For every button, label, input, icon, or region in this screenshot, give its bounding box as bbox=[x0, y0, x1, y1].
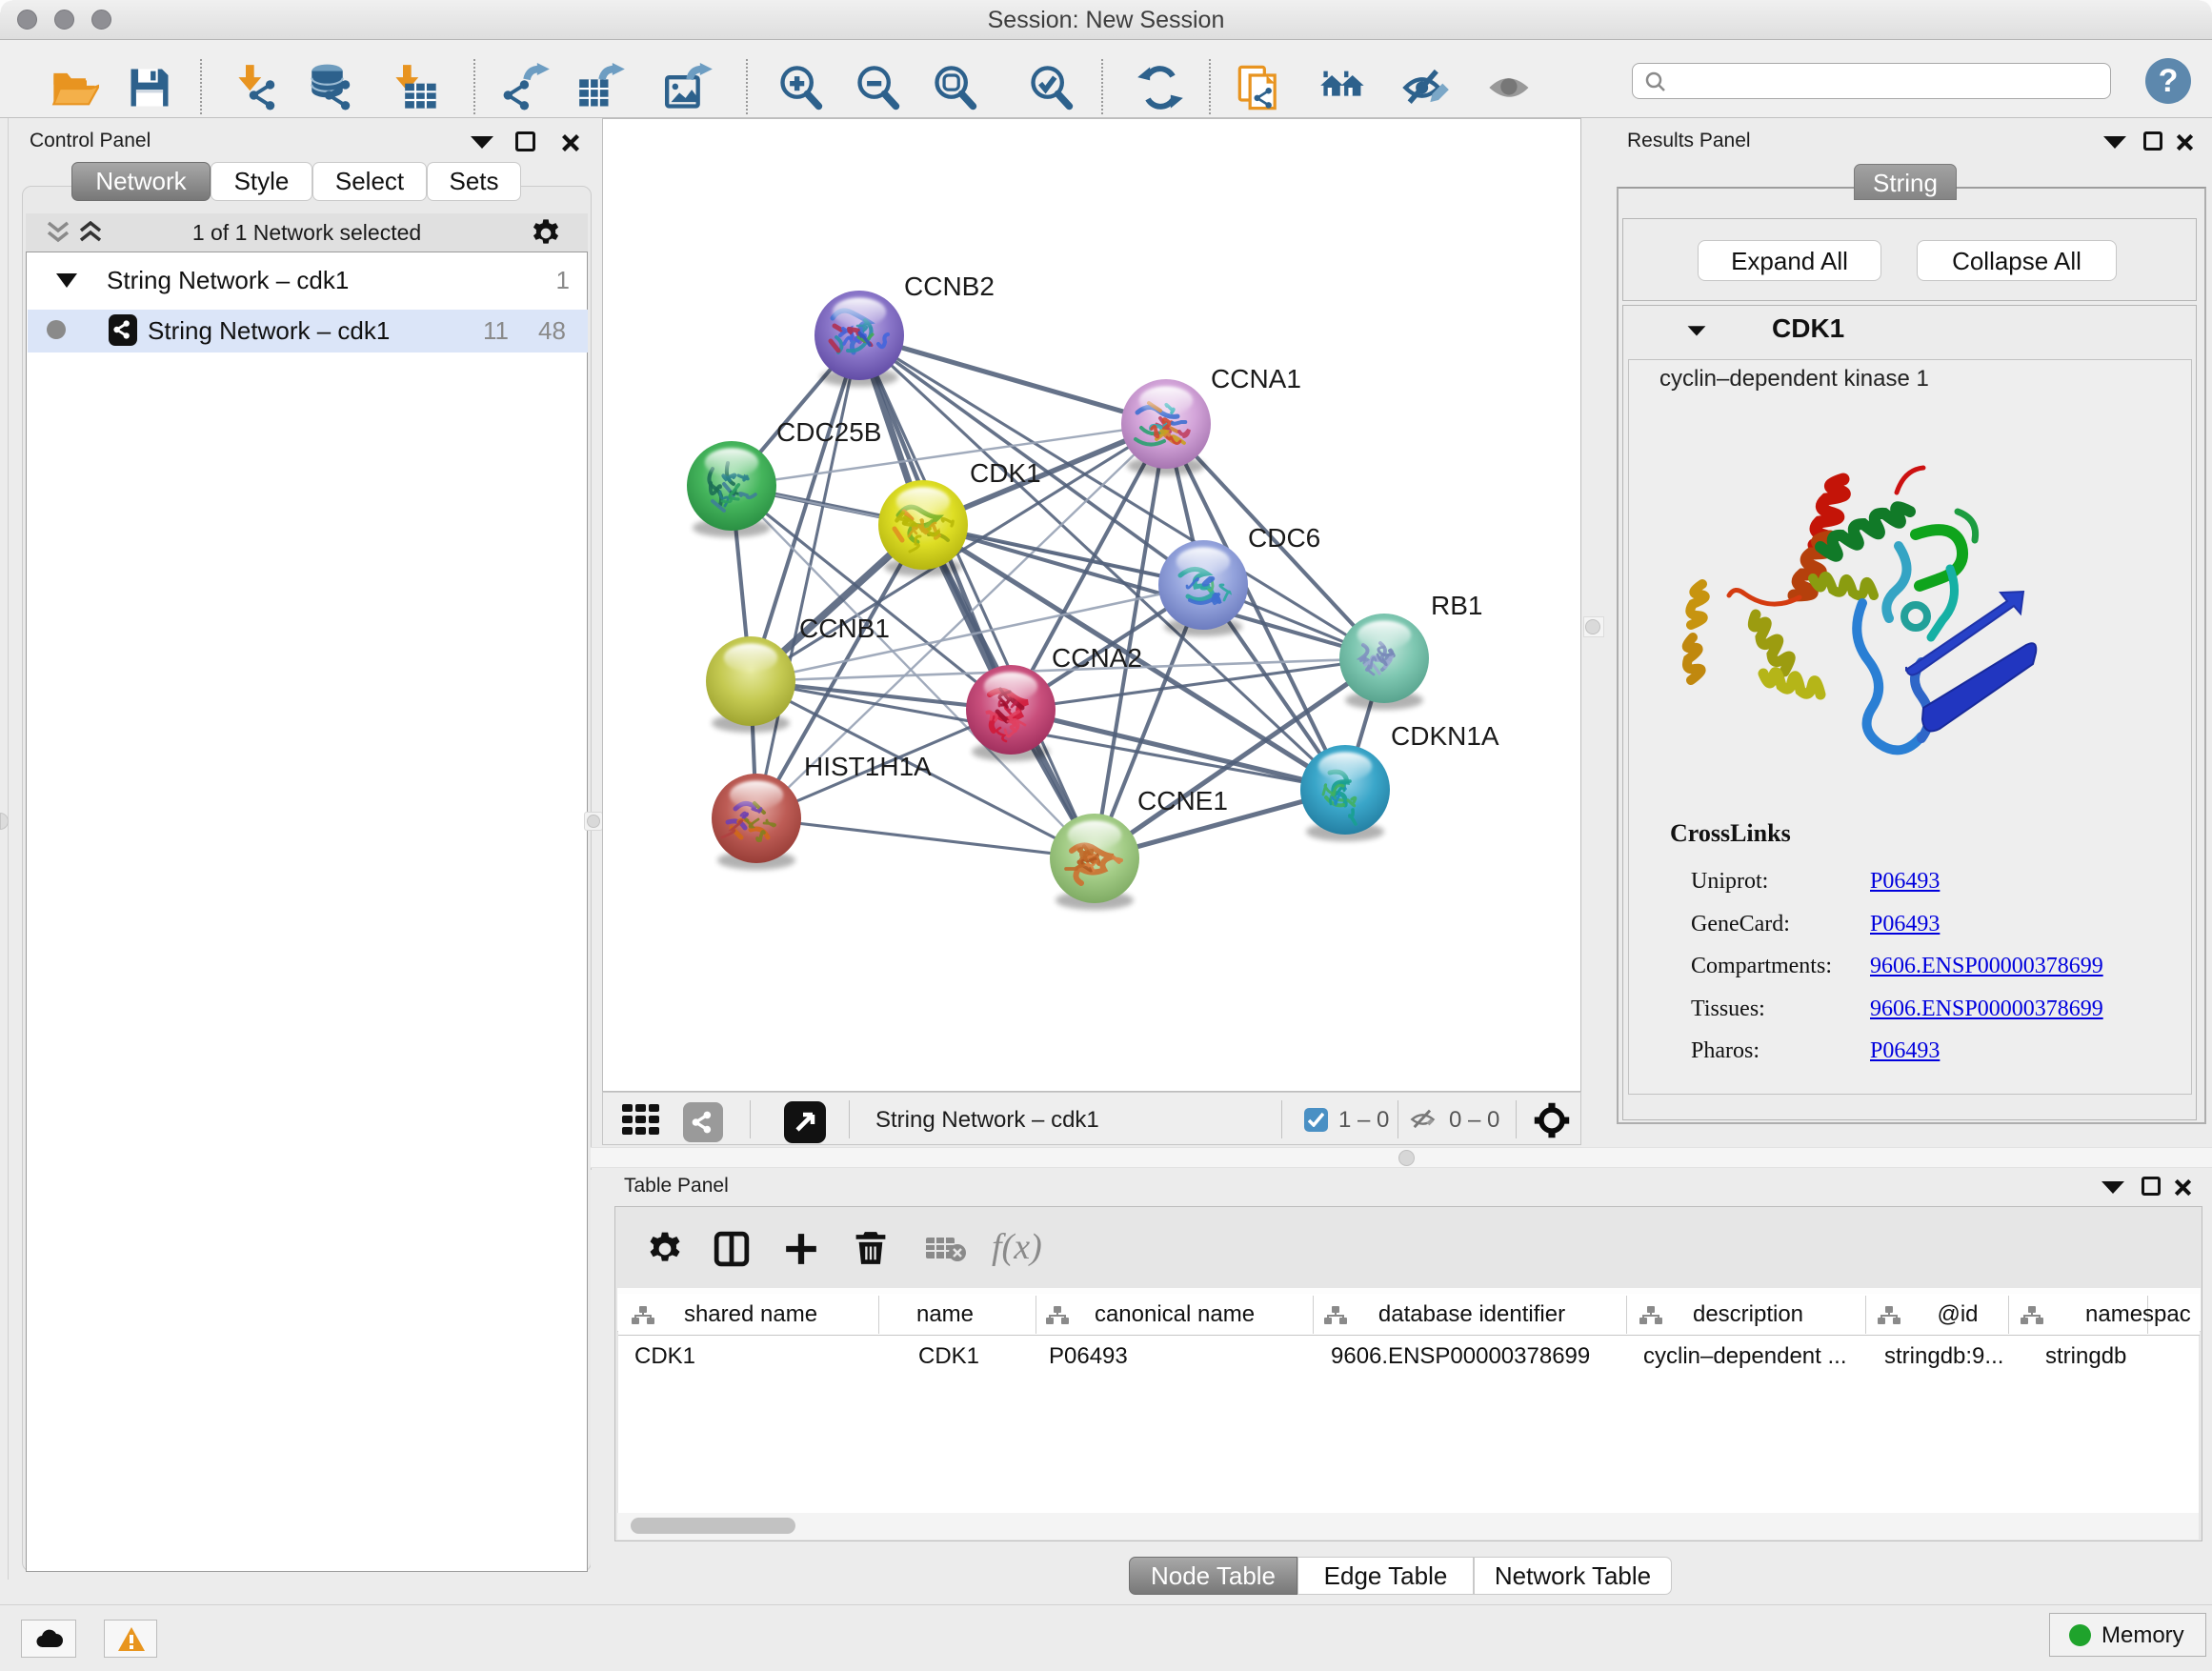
svg-text:CCNA1: CCNA1 bbox=[1211, 364, 1301, 393]
svg-text:RB1: RB1 bbox=[1431, 591, 1482, 620]
svg-text:CDC6: CDC6 bbox=[1248, 523, 1320, 553]
svg-text:CCNB2: CCNB2 bbox=[904, 272, 995, 301]
svg-text:CDC25B: CDC25B bbox=[776, 417, 881, 447]
svg-text:CCNE1: CCNE1 bbox=[1137, 786, 1228, 815]
svg-text:CDKN1A: CDKN1A bbox=[1391, 721, 1499, 751]
svg-text:CCNA2: CCNA2 bbox=[1052, 643, 1142, 673]
svg-text:HIST1H1A: HIST1H1A bbox=[804, 752, 932, 781]
svg-text:CCNB1: CCNB1 bbox=[799, 614, 890, 643]
svg-text:CDK1: CDK1 bbox=[970, 458, 1041, 488]
